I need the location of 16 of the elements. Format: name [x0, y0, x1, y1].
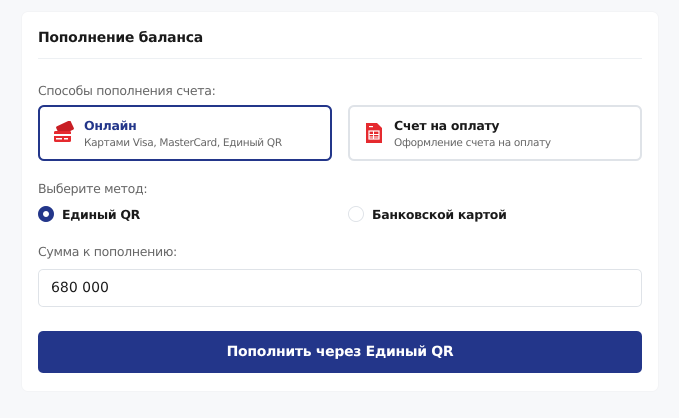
amount-input-field[interactable]: 680 000	[38, 269, 642, 307]
method-title: Онлайн	[84, 118, 138, 132]
method-description: Оформление счета на оплату	[394, 136, 551, 148]
submit-button[interactable]: Пополнить через Единый QR	[38, 331, 642, 373]
radio-label[interactable]: Единый QR	[62, 206, 140, 222]
radio-label[interactable]: Банковской картой	[372, 206, 507, 222]
section-label: Способы пополнения счета:	[38, 83, 217, 98]
method-title: Счет на оплату	[394, 118, 500, 132]
payment-method-option[interactable]: Онлайн Картами Visa, MasterCard, Единый QR	[38, 105, 332, 161]
payment-method-option[interactable]: Счет на оплату Оформление счета на оплату	[348, 105, 642, 161]
card-title: Пополнение баланса	[38, 30, 204, 46]
field-label: Сумма к пополнению:	[38, 244, 178, 259]
radio-button[interactable]	[38, 206, 54, 222]
section-label: Выберите метод:	[38, 181, 148, 196]
credit-cards-icon	[52, 121, 76, 145]
method-description: Картами Visa, MasterCard, Единый QR	[84, 136, 282, 148]
